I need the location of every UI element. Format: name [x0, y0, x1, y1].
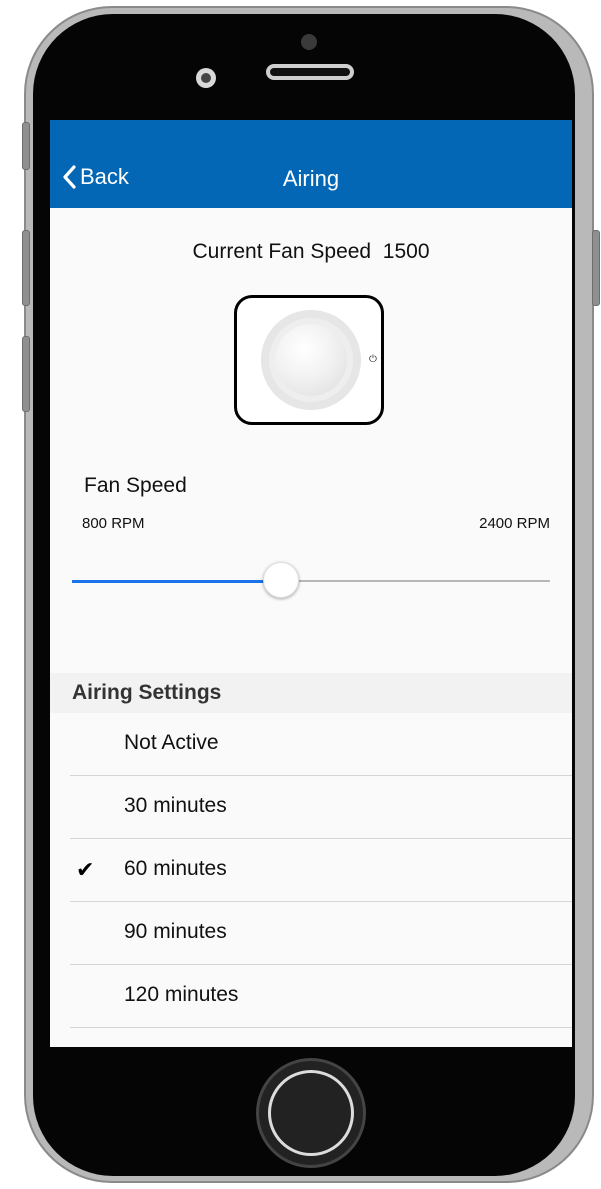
- earpiece-speaker: [266, 64, 354, 80]
- navigation-bar: Back Airing: [50, 120, 572, 208]
- airing-option-60-minutes[interactable]: ✔ 60 minutes: [70, 839, 572, 902]
- fan-speed-slider-fill: [72, 580, 282, 583]
- airing-options-list: Not Active 30 minutes ✔ 60 minutes 90 mi…: [50, 713, 572, 1028]
- page-title: Airing: [282, 166, 340, 191]
- volume-up-button: [22, 230, 30, 306]
- airing-option-90-minutes[interactable]: 90 minutes: [70, 902, 572, 965]
- option-label: 90 minutes: [124, 920, 227, 943]
- proximity-sensor: [196, 68, 216, 88]
- option-label: Not Active: [124, 731, 219, 754]
- slider-max-label: 2400 RPM: [479, 515, 550, 532]
- mute-switch: [22, 122, 30, 170]
- slider-min-label: 800 RPM: [82, 515, 145, 532]
- current-fan-speed-label: Current Fan Speed: [192, 240, 372, 263]
- airing-option-30-minutes[interactable]: 30 minutes: [70, 776, 572, 839]
- app-screen: Back Airing Current Fan Speed 1500 ⏻ Fan…: [50, 120, 572, 1047]
- home-button[interactable]: [256, 1058, 366, 1168]
- fan-icon: ⏻: [234, 295, 384, 425]
- airing-settings-header: Airing Settings: [50, 673, 572, 713]
- front-camera: [301, 34, 317, 50]
- option-label: 60 minutes: [124, 857, 227, 880]
- fan-speed-label: Fan Speed: [84, 474, 187, 497]
- option-label: 120 minutes: [124, 983, 239, 1006]
- checkmark-icon: ✔: [76, 857, 95, 882]
- power-button: [592, 230, 600, 306]
- fan-hub: [275, 324, 347, 396]
- airing-option-not-active[interactable]: Not Active: [70, 713, 572, 776]
- fan-speed-slider-thumb[interactable]: [263, 562, 300, 598]
- option-label: 30 minutes: [124, 794, 227, 817]
- airing-option-120-minutes[interactable]: 120 minutes: [70, 965, 572, 1028]
- current-fan-speed: Current Fan Speed 1500: [50, 240, 572, 264]
- airing-settings-title: Airing Settings: [72, 681, 222, 704]
- volume-down-button: [22, 336, 30, 412]
- power-icon: ⏻: [369, 354, 377, 365]
- current-fan-speed-value: 1500: [382, 240, 430, 263]
